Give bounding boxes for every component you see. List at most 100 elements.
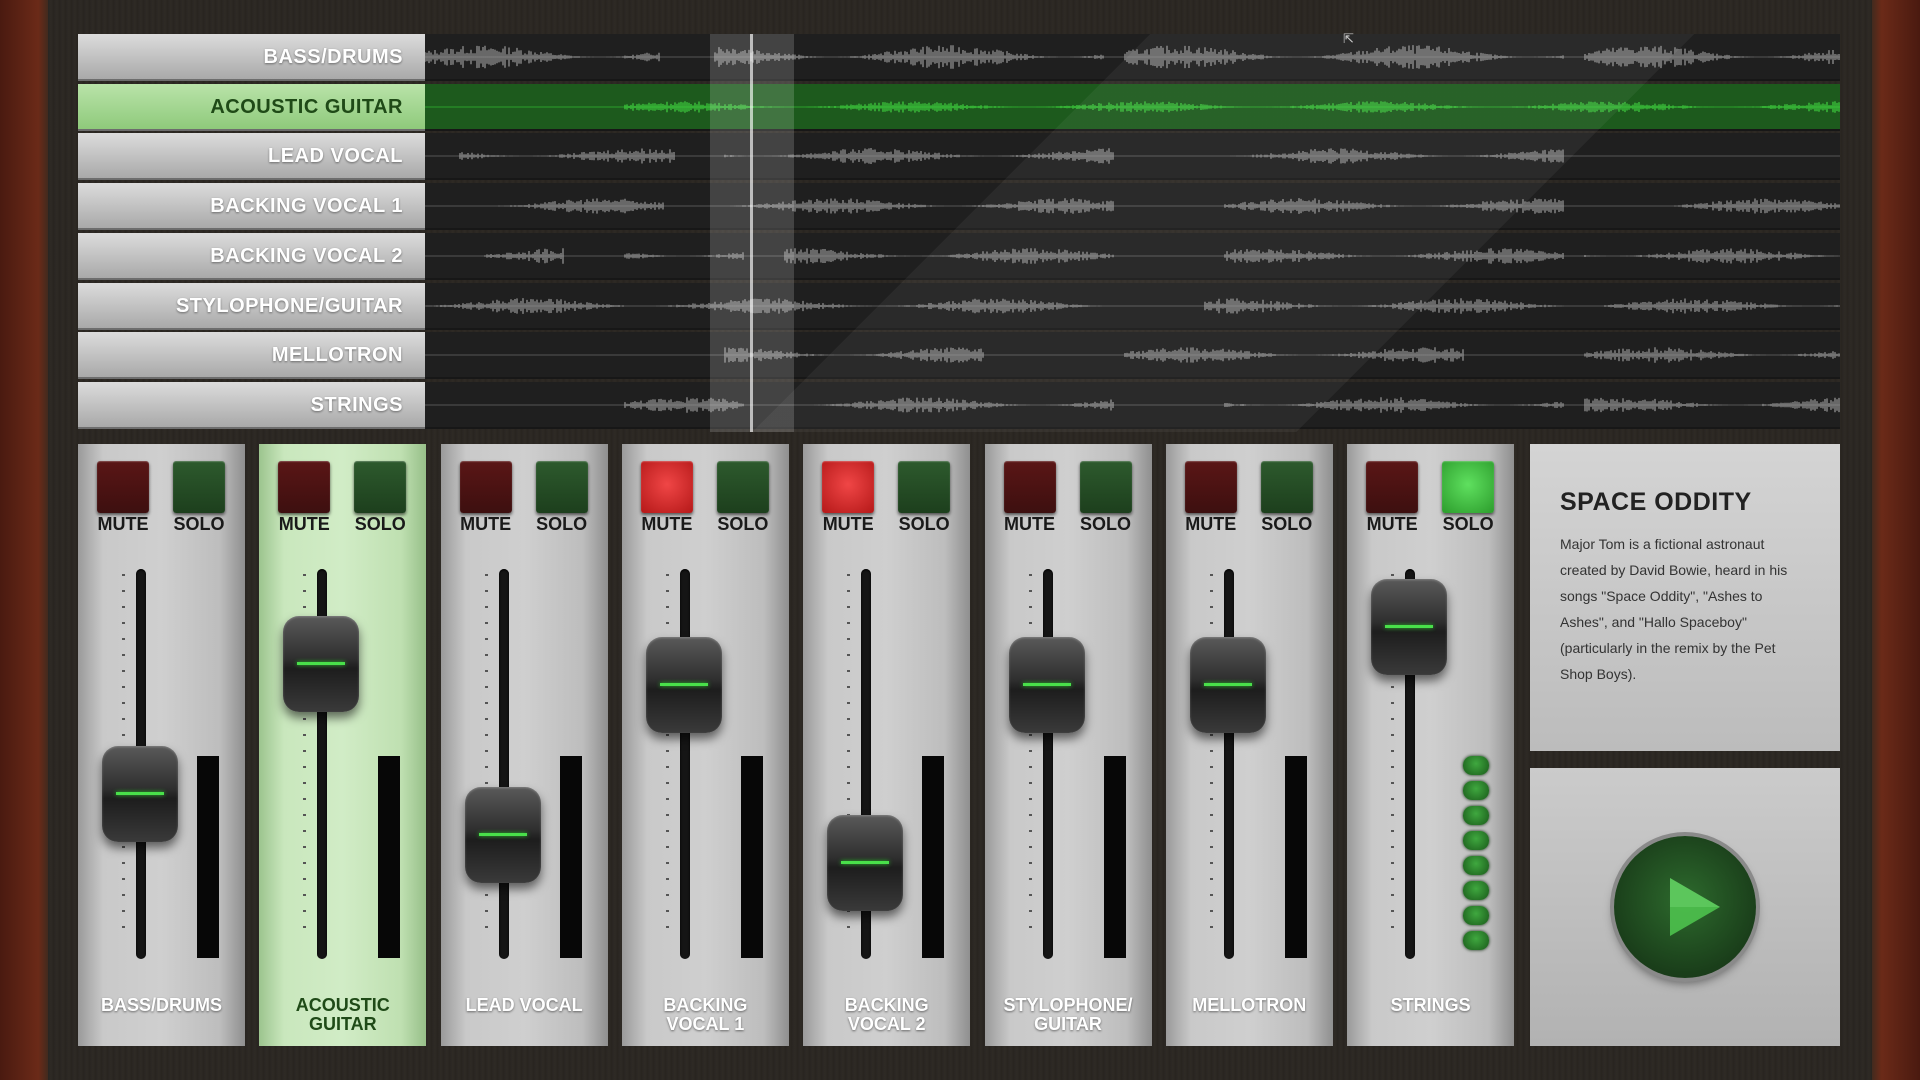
solo-label: SOLO — [1442, 514, 1494, 534]
mute-button[interactable] — [459, 461, 512, 513]
fader-indicator — [116, 792, 164, 796]
fader-knob[interactable] — [283, 616, 360, 713]
fader-indicator — [1385, 624, 1434, 628]
solo-label: SOLO — [354, 514, 406, 534]
mute-button[interactable] — [640, 461, 693, 513]
mute-label: MUTE — [822, 514, 874, 534]
channel-name-line2: VOCAL 2 — [847, 1014, 926, 1034]
track-waveform[interactable] — [425, 282, 1840, 330]
song-description: Major Tom is a fictional astronaut creat… — [1560, 536, 1788, 682]
mute-button[interactable] — [822, 461, 875, 513]
track-waveform[interactable] — [425, 381, 1840, 429]
mute-label: MUTE — [460, 514, 512, 534]
track-waveform[interactable] — [425, 183, 1840, 231]
track-label[interactable]: STYLOPHONE/GUITAR — [78, 282, 425, 330]
channel-strip: MUTE SOLO MELLOTRON — [1165, 444, 1333, 1046]
mute-label: MUTE — [1366, 514, 1418, 534]
track-label[interactable]: BACKING VOCAL 2 — [78, 232, 425, 280]
level-meter — [1103, 756, 1126, 958]
fader-track[interactable] — [1223, 569, 1234, 959]
level-led — [1463, 831, 1490, 850]
channel-name: MELLOTRON — [1166, 996, 1333, 1034]
channel-strip: MUTE SOLO BASS/DRUMS — [78, 444, 245, 1046]
track-row[interactable]: STYLOPHONE/GUITAR — [78, 282, 1840, 330]
channel-strip: MUTE SOLO STYLOPHONE/GUITAR — [984, 444, 1152, 1046]
track-waveform[interactable] — [425, 133, 1840, 181]
fader-indicator — [297, 662, 346, 666]
channel-name-line1: STRINGS — [1390, 995, 1471, 1015]
track-row[interactable]: ACOUSTIC GUITAR — [78, 83, 1840, 131]
solo-button[interactable] — [1260, 461, 1313, 513]
fader-knob[interactable] — [1008, 636, 1085, 733]
track-label[interactable]: BASS/DRUMS — [78, 34, 425, 81]
track-row[interactable]: LEAD VOCAL — [78, 133, 1840, 181]
fader-scale — [1028, 574, 1032, 942]
level-meter — [740, 756, 763, 958]
level-led — [1463, 906, 1490, 925]
channel-name-line2: GUITAR — [1034, 1014, 1102, 1034]
track-row[interactable]: BACKING VOCAL 2 — [78, 232, 1840, 280]
level-meter — [922, 756, 945, 958]
solo-button[interactable] — [716, 461, 769, 513]
fader-track[interactable] — [498, 569, 509, 959]
track-row[interactable]: STRINGS — [78, 381, 1840, 429]
fader-knob[interactable] — [827, 814, 904, 911]
level-meter — [197, 756, 219, 958]
solo-button[interactable] — [1442, 461, 1495, 513]
fader-indicator — [659, 682, 708, 686]
channel-name-line1: BACKING — [844, 995, 929, 1015]
channel-name: BACKING VOCAL 1 — [622, 996, 789, 1034]
channel-strip: MUTE SOLO STRINGS — [1347, 444, 1515, 1046]
solo-button[interactable] — [898, 461, 951, 513]
level-led — [1463, 756, 1490, 775]
play-button[interactable] — [1614, 836, 1756, 978]
track-label[interactable]: MELLOTRON — [78, 332, 425, 380]
level-meter-leds — [1463, 756, 1491, 961]
track-label[interactable]: ACOUSTIC GUITAR — [78, 83, 425, 131]
mute-button[interactable] — [278, 461, 331, 513]
solo-button[interactable] — [1079, 461, 1132, 513]
channel-strip: MUTE SOLO ACOUSTIC GUITAR — [259, 444, 427, 1046]
fader-indicator — [841, 860, 890, 864]
mute-label: MUTE — [1004, 514, 1055, 534]
track-label[interactable]: STRINGS — [78, 381, 425, 429]
track-row[interactable]: BACKING VOCAL 1 — [78, 183, 1840, 231]
track-row[interactable]: MELLOTRON — [78, 332, 1840, 380]
mute-button[interactable] — [97, 461, 149, 513]
fader-track[interactable] — [1042, 569, 1053, 959]
channel-name: STRINGS — [1347, 996, 1514, 1034]
mute-button[interactable] — [1184, 461, 1237, 513]
fader-knob[interactable] — [1189, 636, 1266, 733]
solo-button[interactable] — [173, 461, 225, 513]
channel-name-line2: GUITAR — [308, 1014, 377, 1034]
fader-knob[interactable] — [102, 746, 178, 843]
track-label[interactable]: BACKING VOCAL 1 — [78, 183, 425, 231]
mute-button[interactable] — [1366, 461, 1419, 513]
track-waveform[interactable] — [425, 83, 1840, 131]
channel-name-line1: BASS/DRUMS — [100, 995, 222, 1015]
track-list: BASS/DRUMS ACOUSTIC GUITAR LEAD VOCAL BACKI… — [78, 34, 1840, 432]
song-info-panel: SPACE ODDITY Major Tom is a fictional as… — [1530, 444, 1840, 751]
track-waveform[interactable] — [425, 34, 1840, 81]
channel-strip: MUTE SOLO BACKING VOCAL 1 — [621, 444, 789, 1046]
playhead[interactable] — [750, 34, 754, 432]
channel-name-line2: VOCAL 1 — [666, 1014, 745, 1034]
track-waveform[interactable] — [425, 232, 1840, 280]
level-led — [1463, 806, 1490, 825]
fader-knob[interactable] — [464, 787, 541, 884]
solo-label: SOLO — [898, 514, 950, 534]
track-row[interactable]: BASS/DRUMS — [78, 34, 1840, 81]
level-led — [1463, 881, 1490, 900]
mute-label: MUTE — [1185, 514, 1237, 534]
solo-button[interactable] — [354, 461, 407, 513]
solo-label: SOLO — [1079, 514, 1131, 534]
track-label[interactable]: LEAD VOCAL — [78, 133, 425, 181]
mute-label: MUTE — [278, 514, 330, 534]
track-waveform[interactable] — [425, 332, 1840, 380]
fader-track[interactable] — [679, 569, 690, 959]
mute-button[interactable] — [1003, 461, 1056, 513]
play-icon — [1670, 878, 1720, 936]
fader-knob[interactable] — [645, 636, 722, 733]
fader-knob[interactable] — [1371, 578, 1448, 675]
solo-button[interactable] — [535, 461, 588, 513]
